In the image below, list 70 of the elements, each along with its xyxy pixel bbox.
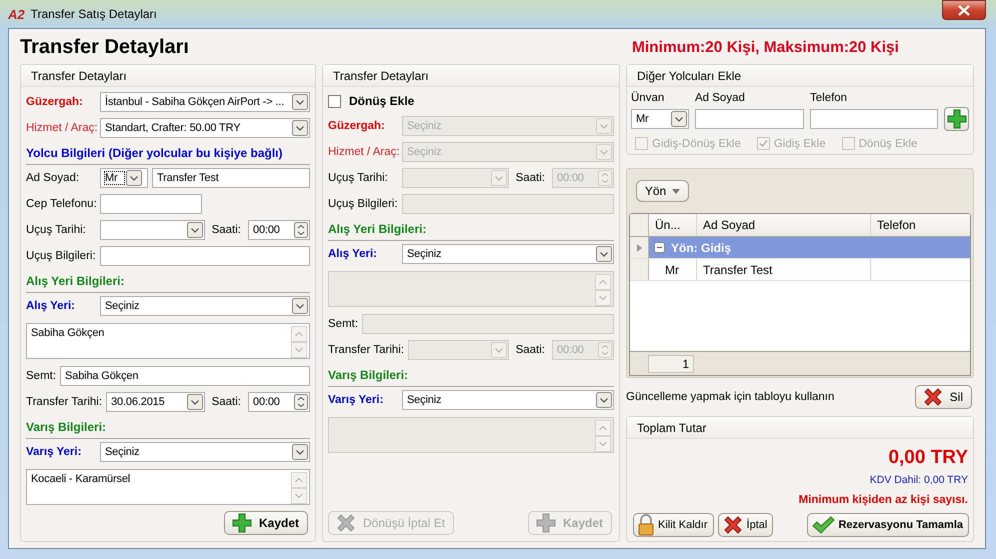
field-label: Uçuş Tarihi: <box>26 224 87 236</box>
field-label: Transfer Tarihi: <box>328 344 404 356</box>
field-label: Saati: <box>516 172 545 184</box>
panel-title: Diğer Yolcuları Ekle <box>637 68 742 82</box>
unlock-button[interactable]: Kilit Kaldır <box>633 513 714 537</box>
cancel-button[interactable]: İptal <box>718 513 774 537</box>
time-field[interactable]: 00:00 <box>248 392 310 412</box>
section-heading: Yolcu Bilgileri (Diğer yolcular bu kişiye bağlı) <box>26 146 283 160</box>
time-field[interactable]: 00:00 <box>248 220 310 240</box>
panel-title: Transfer Detayları <box>31 68 127 82</box>
section-heading: Varış Bilgileri: <box>328 368 408 382</box>
app-logo: A2 <box>8 6 25 22</box>
dropdown-field[interactable]: Seçiniz <box>402 244 614 264</box>
panel-title: Transfer Detayları <box>333 68 429 82</box>
field-label: Ad Soyad <box>695 91 746 106</box>
field-label: Semt: <box>328 318 358 330</box>
title-dropdown[interactable]: Mr <box>100 168 148 188</box>
tax-text: KDV Dahil: 0,00 TRY <box>870 474 968 486</box>
dropdown-field[interactable]: İstanbul - Sabiha Gökçen AirPort -> ... <box>100 92 310 112</box>
dropdown-field[interactable]: Seçiniz <box>100 296 310 316</box>
field-label: Varış Yeri: <box>328 394 384 406</box>
field-label: Alış Yeri: <box>26 300 76 312</box>
group-by-button[interactable]: Yön <box>636 180 689 202</box>
total-amount: 0,00 TRY <box>888 447 968 469</box>
field-label: Ad Soyad: <box>26 172 80 184</box>
table-cell: Mr <box>649 259 697 280</box>
panel-title: Toplam Tutar <box>637 420 706 434</box>
window-title: Transfer Satış Detayları <box>30 7 158 21</box>
dropdown-field[interactable]: Standart, Crafter: 50.00 TRY <box>100 118 310 138</box>
save-button[interactable]: Kaydet <box>224 511 308 535</box>
section-heading: Varış Bilgileri: <box>26 420 106 434</box>
field-label: Varış Yeri: <box>26 446 82 458</box>
field-label: Güzergah: <box>26 96 84 108</box>
field-label: Uçuş Bilgileri: <box>26 250 96 262</box>
field-label: Güzergah: <box>328 120 386 132</box>
field-label: Uçuş Bilgileri: <box>328 198 398 210</box>
dropdown-field[interactable]: Seçiniz <box>100 442 310 462</box>
checkbox-label[interactable]: Dönüş Ekle <box>349 94 414 108</box>
field-label: Alış Yeri: <box>328 248 378 260</box>
column-header[interactable]: Ad Soyad <box>697 214 871 236</box>
text-field[interactable]: Sabiha Gökçen <box>60 366 310 386</box>
field-label: Transfer Tarihi: <box>26 396 102 408</box>
cancel-button[interactable]: Sil <box>914 385 972 409</box>
capacity-warning: Minimum:20 Kişi, Maksimum:20 Kişi <box>632 38 899 56</box>
hint-text: Güncelleme yapmak için tabloyu kullanın <box>626 391 834 403</box>
row-count: 1 <box>648 354 694 372</box>
dropdown-field[interactable]: Seçiniz <box>402 390 614 410</box>
section-heading: Alış Yeri Bilgileri: <box>328 222 426 236</box>
field-label: Saati: <box>212 396 241 408</box>
address-field[interactable]: Sabiha Gökçen <box>26 323 310 359</box>
field-label: Saati: <box>516 344 545 356</box>
text-field[interactable]: Transfer Test <box>152 168 310 188</box>
field-label: Saati: <box>212 224 241 236</box>
column-header[interactable]: Ün... <box>649 214 697 236</box>
column-header[interactable]: Telefon <box>871 214 970 236</box>
warning-text: Minimum kişiden az kişi sayısı. <box>798 494 968 506</box>
page-title: Transfer Detayları <box>20 36 189 59</box>
field-label: Cep Telefonu: <box>26 198 96 210</box>
field-label: Ünvan <box>631 90 666 106</box>
section-heading: Alış Yeri Bilgileri: <box>26 274 124 288</box>
field-label: Telefon <box>810 91 848 106</box>
date-field[interactable]: 30.06.2015 <box>106 392 205 412</box>
field-label: Hizmet / Araç: <box>328 146 398 158</box>
complete-button[interactable]: Rezervasyonu Tamamla <box>807 513 969 537</box>
field-label: Hizmet / Araç: <box>26 122 96 134</box>
field-label: Uçuş Tarihi: <box>328 172 389 184</box>
title-dropdown[interactable]: Mr <box>631 109 689 129</box>
field-label: Semt: <box>26 370 56 382</box>
address-field[interactable]: Kocaeli - Karamürsel <box>26 469 310 505</box>
table-cell: Transfer Test <box>697 259 871 280</box>
